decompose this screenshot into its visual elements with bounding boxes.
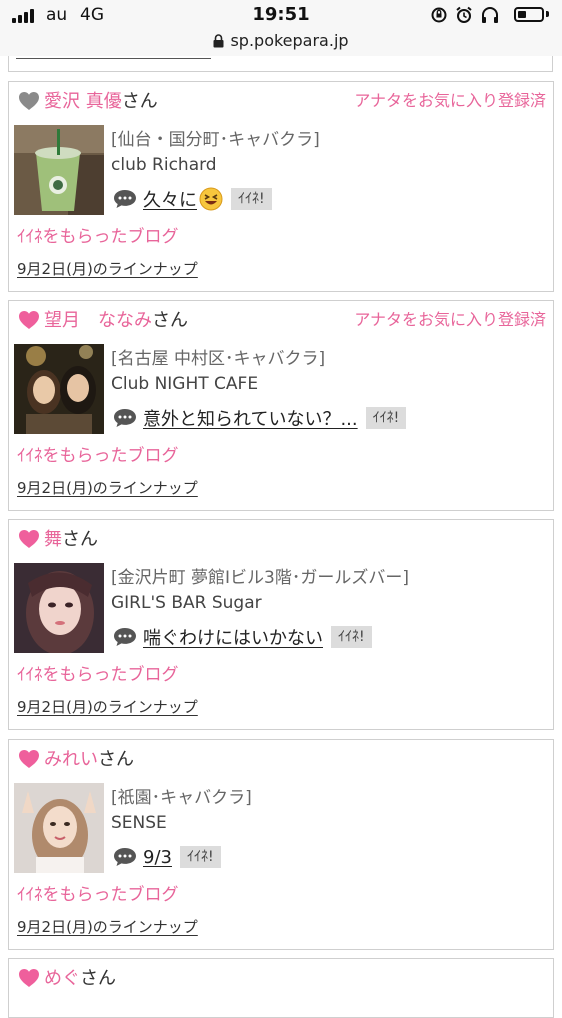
status-icons <box>430 6 500 24</box>
blog-link[interactable]: 意外と知られていない？... <box>143 405 358 431</box>
girl-photo[interactable] <box>14 344 104 434</box>
shop-area: [仙台・国分町･キャバクラ] <box>111 130 320 150</box>
heart-icon[interactable] <box>18 310 40 330</box>
shop-name: Club NIGHT CAFE <box>111 374 259 394</box>
girl-name[interactable]: 舞 <box>44 529 62 550</box>
girl-card: 愛沢 真優さん アナタをお気に入り登録済 [仙台・国分町･キャバクラ] club… <box>8 81 554 292</box>
girl-card: みれいさん [祇園･キャバクラ] SENSE 9/3 ｲｲﾈ! ｲｲﾈをもらった… <box>8 739 554 950</box>
received-iine-blog-link[interactable]: ｲｲﾈをもらったブログ <box>17 445 179 467</box>
shop-name: GIRL'S BAR Sugar <box>111 593 262 613</box>
girl-photo[interactable] <box>14 783 104 873</box>
status-bar: au 4G 19:51 <box>0 0 562 30</box>
girl-name[interactable]: みれい <box>44 749 98 770</box>
received-iine-blog-link[interactable]: ｲｲﾈをもらったブログ <box>17 664 179 686</box>
speech-bubble-icon <box>114 409 136 427</box>
girl-name[interactable]: 望月 ななみ <box>44 310 152 331</box>
girl-card: 望月 ななみさん アナタをお気に入り登録済 [名古屋 中村区･キャバクラ] Cl… <box>8 300 554 511</box>
shop-area: [金沢片町 夢館Ⅰビル3階･ガールズバー] <box>111 568 409 588</box>
girl-card: 舞さん [金沢片町 夢館Ⅰビル3階･ガールズバー] GIRL'S BAR Sug… <box>8 519 554 730</box>
lineup-link[interactable]: 9月2日(月)のラインナップ <box>17 918 198 936</box>
lineup-link[interactable]: 9月2日(月)のラインナップ <box>17 479 198 497</box>
honorific: さん <box>152 310 188 331</box>
battery-level <box>518 11 526 18</box>
speech-bubble-icon <box>114 190 136 208</box>
grinning-squint-emoji-icon <box>199 187 223 211</box>
heart-icon[interactable] <box>18 529 40 549</box>
url-text: sp.pokepara.jp <box>230 31 349 50</box>
honorific: さん <box>98 749 134 770</box>
girl-photo[interactable] <box>14 563 104 653</box>
shop-name: club Richard <box>111 155 217 175</box>
shop-area: [祇園･キャバクラ] <box>111 788 252 808</box>
received-iine-blog-link[interactable]: ｲｲﾈをもらったブログ <box>17 226 179 248</box>
heart-icon[interactable] <box>18 749 40 769</box>
alarm-icon <box>456 6 472 23</box>
blog-link[interactable]: 喘ぐわけにはいかない <box>143 624 323 650</box>
headphones-icon <box>482 7 498 23</box>
blog-link[interactable]: 9/3 <box>143 847 172 868</box>
girl-name[interactable]: めぐ <box>44 968 80 989</box>
favorite-status: アナタをお気に入り登録済 <box>354 91 546 110</box>
lineup-link[interactable]: 9月2日(月)のラインナップ <box>17 698 198 716</box>
heart-icon[interactable] <box>18 91 40 111</box>
girl-card: めぐさん <box>8 958 554 1018</box>
honorific: さん <box>80 968 116 989</box>
previous-lineup-link[interactable] <box>16 58 211 59</box>
orientation-lock-icon <box>431 7 447 23</box>
speech-bubble-icon <box>114 628 136 646</box>
lock-icon <box>213 34 224 48</box>
shop-area: [名古屋 中村区･キャバクラ] <box>111 349 326 369</box>
iine-badge[interactable]: ｲｲﾈ! <box>231 188 272 210</box>
received-iine-blog-link[interactable]: ｲｲﾈをもらったブログ <box>17 884 179 906</box>
girl-photo[interactable] <box>14 125 104 215</box>
speech-bubble-icon <box>114 848 136 866</box>
blog-link[interactable]: 久々に <box>143 186 223 212</box>
lineup-link[interactable]: 9月2日(月)のラインナップ <box>17 260 198 278</box>
iine-badge[interactable]: ｲｲﾈ! <box>365 407 407 429</box>
address-bar[interactable]: sp.pokepara.jp <box>0 30 562 56</box>
battery-icon <box>514 7 544 22</box>
heart-icon[interactable] <box>18 968 40 988</box>
iine-badge[interactable]: ｲｲﾈ! <box>331 626 372 648</box>
favorite-status: アナタをお気に入り登録済 <box>354 310 546 329</box>
honorific: さん <box>121 91 158 112</box>
shop-name: SENSE <box>111 813 167 833</box>
girl-name[interactable]: 愛沢 真優 <box>44 91 122 112</box>
blog-title: 久々に <box>143 190 197 211</box>
honorific: さん <box>62 529 98 550</box>
iine-badge[interactable]: ｲｲﾈ! <box>179 846 221 868</box>
